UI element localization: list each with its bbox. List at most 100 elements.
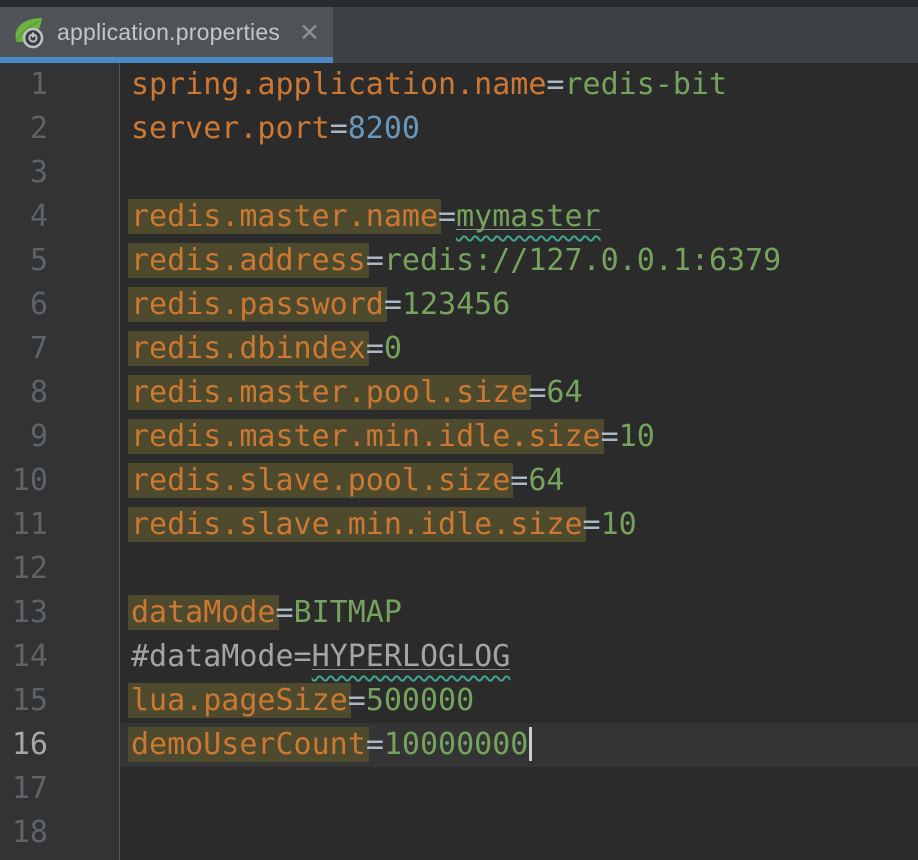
line-number[interactable]: 1: [0, 63, 48, 107]
gutter-line: 15: [0, 679, 119, 723]
text-caret: [529, 727, 533, 761]
gutter-line: 9: [0, 415, 119, 459]
line-number[interactable]: 18: [0, 811, 48, 855]
line-number[interactable]: 14: [0, 635, 48, 679]
ide-window: application.properties ✕ 1 2 3 4 5 6 7 8 9 10 11 12…: [0, 0, 918, 860]
code-segment-eq: =: [347, 683, 366, 718]
gutter-line: 16: [0, 723, 119, 767]
code-line[interactable]: lua.pageSize=500000: [120, 679, 918, 723]
code-segment-comment-typo: HYPERLOGLOG: [311, 639, 511, 674]
code-segment-comment: #dataMode=: [131, 639, 312, 674]
gutter-line: 5: [0, 239, 119, 283]
code-segment-eq: =: [365, 331, 384, 366]
code-segment-eq: =: [528, 375, 547, 410]
code-segment-eq: =: [510, 463, 529, 498]
code-segment-value: 0: [383, 331, 402, 366]
line-number[interactable]: 17: [0, 767, 48, 811]
code-line[interactable]: [120, 151, 918, 195]
line-number[interactable]: 11: [0, 503, 48, 547]
tab-close-icon[interactable]: ✕: [299, 20, 320, 45]
line-number[interactable]: 4: [0, 195, 48, 239]
gutter-line: 1: [0, 63, 119, 107]
code-segment-key: redis.slave.min.idle.size: [131, 507, 583, 542]
line-number[interactable]: 7: [0, 327, 48, 371]
code-segment-key: redis.master.name: [131, 199, 439, 234]
code-segment-eq: =: [438, 199, 457, 234]
gutter-line: 3: [0, 151, 119, 195]
code-line[interactable]: redis.master.min.idle.size=10: [120, 415, 918, 459]
line-number[interactable]: 6: [0, 283, 48, 327]
code-line[interactable]: server.port=8200: [120, 107, 918, 151]
code-segment-key: spring.application.name: [131, 67, 547, 102]
code-area[interactable]: spring.application.name=redis-bit server.…: [120, 63, 918, 860]
code-line[interactable]: [120, 547, 918, 591]
line-number[interactable]: 9: [0, 415, 48, 459]
line-number[interactable]: 8: [0, 371, 48, 415]
code-segment-eq: =: [365, 727, 384, 762]
code-segment-key: dataMode: [131, 595, 276, 630]
spring-boot-file-icon: [15, 18, 44, 49]
code-line[interactable]: dataMode=BITMAP: [120, 591, 918, 635]
line-number[interactable]: 13: [0, 591, 48, 635]
code-segment-value: 10000000: [383, 727, 529, 762]
code-line[interactable]: redis.dbindex=0: [120, 327, 918, 371]
code-line[interactable]: spring.application.name=redis-bit: [120, 63, 918, 107]
code-line[interactable]: [120, 811, 918, 855]
gutter-line: 6: [0, 283, 119, 327]
code-segment-value: 10: [618, 419, 655, 454]
code-segment-eq: =: [329, 111, 348, 146]
code-segment-eq: =: [600, 419, 619, 454]
code-segment-eq: =: [582, 507, 601, 542]
gutter-line: 14: [0, 635, 119, 679]
code-segment-value: 123456: [401, 287, 511, 322]
gutter-line: 18: [0, 811, 119, 855]
code-segment-value: 64: [546, 375, 583, 410]
code-segment-key: redis.master.pool.size: [131, 375, 529, 410]
code-segment-number: 8200: [347, 111, 420, 146]
code-editor[interactable]: 1 2 3 4 5 6 7 8 9 10 11 12 13 14 15 16 17 18 spring.appli…: [0, 63, 918, 860]
line-number[interactable]: 12: [0, 547, 48, 591]
code-line[interactable]: demoUserCount=10000000: [120, 723, 918, 767]
code-segment-key: lua.pageSize: [131, 683, 348, 718]
code-segment-value: redis-bit: [564, 67, 728, 102]
code-segment-value: 10: [600, 507, 637, 542]
line-number-gutter: 1 2 3 4 5 6 7 8 9 10 11 12 13 14 15 16 17 18: [0, 63, 120, 860]
code-segment-value: BITMAP: [293, 595, 402, 630]
gutter-line: 12: [0, 547, 119, 591]
code-segment-value: 500000: [365, 683, 475, 718]
line-number[interactable]: 3: [0, 151, 48, 195]
code-segment-key: redis.password: [131, 287, 384, 322]
code-segment-key: redis.address: [131, 243, 366, 278]
code-line[interactable]: #dataMode=HYPERLOGLOG: [120, 635, 918, 679]
code-segment-key: server.port: [131, 111, 330, 146]
line-number[interactable]: 10: [0, 459, 48, 503]
gutter-line: 10: [0, 459, 119, 503]
code-line[interactable]: [120, 767, 918, 811]
code-segment-key: demoUserCount: [131, 727, 366, 762]
code-line[interactable]: redis.master.name=mymaster: [120, 195, 918, 239]
line-number[interactable]: 2: [0, 107, 48, 151]
window-top-strip: [0, 0, 918, 7]
code-segment-value: 64: [528, 463, 565, 498]
line-number[interactable]: 5: [0, 239, 48, 283]
tab-application-properties[interactable]: application.properties ✕: [0, 7, 333, 63]
code-segment-key: redis.slave.pool.size: [131, 463, 511, 498]
code-line[interactable]: redis.master.pool.size=64: [120, 371, 918, 415]
code-line[interactable]: redis.address=redis://127.0.0.1:6379: [120, 239, 918, 283]
code-segment-eq: =: [275, 595, 294, 630]
line-number[interactable]: 15: [0, 679, 48, 723]
code-segment-key: redis.dbindex: [131, 331, 366, 366]
code-segment-eq: =: [365, 243, 384, 278]
gutter-line: 17: [0, 767, 119, 811]
code-line[interactable]: redis.slave.pool.size=64: [120, 459, 918, 503]
gutter-line: 2: [0, 107, 119, 151]
gutter-line: 7: [0, 327, 119, 371]
code-segment-value: redis://127.0.0.1:6379: [383, 243, 782, 278]
code-segment-eq: =: [546, 67, 565, 102]
gutter-line: 4: [0, 195, 119, 239]
code-line[interactable]: redis.slave.min.idle.size=10: [120, 503, 918, 547]
gutter-line: 13: [0, 591, 119, 635]
line-number[interactable]: 16: [0, 723, 48, 767]
code-line[interactable]: redis.password=123456: [120, 283, 918, 327]
code-segment-key: redis.master.min.idle.size: [131, 419, 601, 454]
